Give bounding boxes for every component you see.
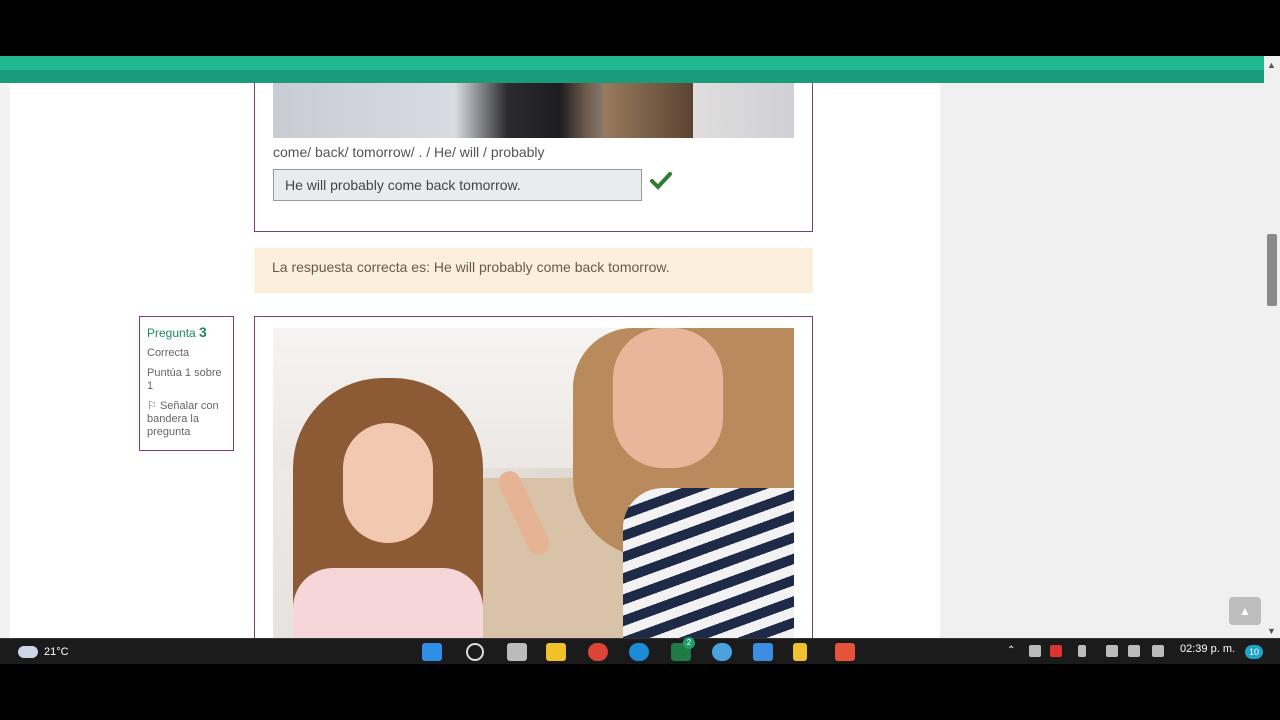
antivirus-icon[interactable]	[1050, 645, 1062, 657]
feedback-text: La respuesta correcta es: He will probab…	[272, 259, 670, 275]
scroll-up-icon[interactable]: ▲	[1267, 60, 1276, 70]
scrollbar-thumb[interactable]	[1267, 234, 1277, 306]
question-2-image	[273, 83, 794, 138]
cloud-icon	[18, 646, 38, 659]
question-status: Correcta	[147, 347, 190, 359]
question-3-info: Pregunta 3 Correcta Puntúa 1 sobre 1 ⚐ S…	[139, 316, 234, 451]
calendar-icon[interactable]	[753, 643, 773, 661]
excel-icon[interactable]: 2	[671, 637, 695, 661]
screen: come/ back/ tomorrow/ . / He/ will / pro…	[0, 0, 1280, 720]
edge-icon[interactable]	[629, 643, 649, 661]
clock[interactable]: 02:39 p. m.	[1180, 643, 1235, 655]
task-view-icon[interactable]	[507, 643, 527, 661]
volume-icon[interactable]	[1128, 645, 1140, 657]
search-icon[interactable]	[466, 643, 484, 661]
windows-start-icon[interactable]	[422, 643, 442, 661]
answer-input[interactable]: He will probably come back tomorrow.	[273, 169, 642, 201]
question-2-card: come/ back/ tomorrow/ . / He/ will / pro…	[254, 83, 813, 232]
question-number: Pregunta 3	[147, 324, 207, 340]
question-3-card	[254, 316, 813, 638]
windows-taskbar: 21°C 2 ⌃ 02:39 p. m. 10	[0, 637, 1280, 664]
back-to-top-button[interactable]: ▲	[1229, 597, 1261, 625]
site-header-bar	[0, 56, 1264, 83]
question-score: Puntúa 1 sobre 1	[147, 367, 222, 392]
notification-badge[interactable]: 10	[1245, 645, 1263, 659]
right-column	[940, 83, 1264, 638]
xbox-icon[interactable]	[1029, 645, 1041, 657]
quiz-review-page: come/ back/ tomorrow/ . / He/ will / pro…	[0, 83, 1264, 638]
check-icon	[650, 172, 672, 190]
correct-answer-feedback: La respuesta correcta es: He will probab…	[254, 248, 813, 293]
question-2-prompt: come/ back/ tomorrow/ . / He/ will / pro…	[273, 144, 545, 160]
chrome-icon[interactable]	[588, 643, 608, 661]
maps-icon[interactable]	[712, 643, 732, 661]
microphone-icon[interactable]	[1078, 645, 1086, 657]
chevron-up-icon[interactable]: ⌃	[1007, 645, 1019, 657]
flag-icon: ⚐	[147, 400, 157, 412]
main-content: come/ back/ tomorrow/ . / He/ will / pro…	[10, 83, 940, 638]
sticky-notes-icon[interactable]	[793, 643, 807, 661]
scroll-down-icon[interactable]: ▼	[1267, 626, 1276, 636]
weather-widget[interactable]: 21°C	[18, 643, 78, 661]
battery-icon[interactable]	[1152, 645, 1164, 657]
chevron-up-icon: ▲	[1239, 604, 1251, 618]
file-explorer-icon[interactable]	[546, 643, 566, 661]
display-icon[interactable]	[1106, 645, 1118, 657]
page-scrollbar[interactable]: ▲ ▼	[1264, 56, 1280, 638]
flag-question-link[interactable]: ⚐ Señalar con bandera la pregunta	[147, 400, 226, 439]
presentation-app-icon[interactable]	[835, 643, 855, 661]
question-3-image	[273, 328, 794, 638]
